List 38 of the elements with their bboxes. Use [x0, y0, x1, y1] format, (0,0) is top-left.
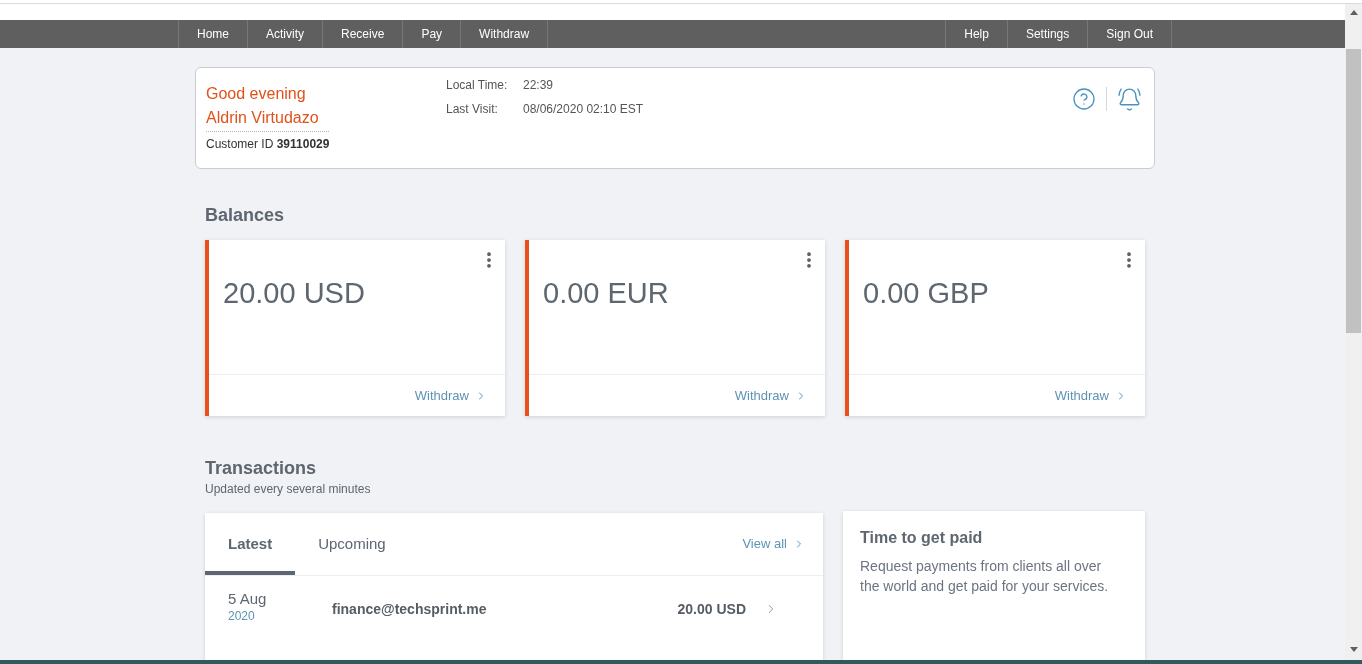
- section-heading: Transactions: [205, 457, 317, 479]
- balance-amount: 20.00 USD: [223, 277, 365, 309]
- promo-text: Request payments from clients all over the world and get paid for your services.: [860, 557, 1110, 596]
- transactions-tab[interactable]: Latest: [205, 513, 296, 575]
- transaction-party: finance@techsprint.me: [332, 600, 487, 618]
- withdraw-link[interactable]: Withdraw: [1054, 385, 1127, 406]
- transactions-tab[interactable]: Upcoming: [295, 513, 409, 575]
- help-icon[interactable]: [1072, 87, 1096, 111]
- nav-menu-item[interactable]: Withdraw: [461, 20, 549, 48]
- transaction-year: 2020: [228, 608, 255, 624]
- notification-bell-icon[interactable]: [1117, 87, 1142, 112]
- section-heading: Balances: [205, 204, 285, 226]
- greeting-text: Good evening: [206, 84, 306, 104]
- nav-menu-item[interactable]: Sign Out: [1088, 20, 1172, 48]
- balance-amount: 0.00 EUR: [543, 277, 669, 309]
- scroll-down-icon[interactable]: [1349, 647, 1358, 652]
- field-label: Last Visit:: [446, 101, 499, 117]
- nav-menu-item[interactable]: Activity: [248, 20, 324, 48]
- transaction-date: 5 Aug: [228, 590, 267, 608]
- customer-id-text: Customer ID 39110029: [206, 136, 330, 152]
- field-value: 22:39: [523, 77, 554, 93]
- withdraw-link[interactable]: Withdraw: [734, 385, 807, 406]
- nav-menu-item[interactable]: Help: [946, 20, 1008, 48]
- scroll-up-icon[interactable]: [1349, 10, 1358, 15]
- view-all-link[interactable]: View all: [742, 513, 805, 575]
- promo-title: Time to get paid: [860, 528, 983, 548]
- customer-name: Aldrin Virtudazo: [206, 108, 319, 128]
- field-label: Local Time:: [446, 77, 509, 93]
- field-value: 08/06/2020 02:10 EST: [523, 101, 644, 117]
- nav-menu-item[interactable]: Home: [179, 20, 248, 48]
- nav-menu-item[interactable]: Pay: [403, 20, 462, 48]
- transaction-amount: 20.00 USD: [677, 600, 746, 618]
- withdraw-link[interactable]: Withdraw: [414, 385, 487, 406]
- nav-menu-item[interactable]: Receive: [323, 20, 404, 48]
- nav-menu-item[interactable]: Settings: [1007, 20, 1089, 48]
- section-subtitle: Updated every several minutes: [205, 481, 371, 497]
- balance-amount: 0.00 GBP: [863, 277, 989, 309]
- scrollbar-thumb[interactable]: [1346, 49, 1361, 333]
